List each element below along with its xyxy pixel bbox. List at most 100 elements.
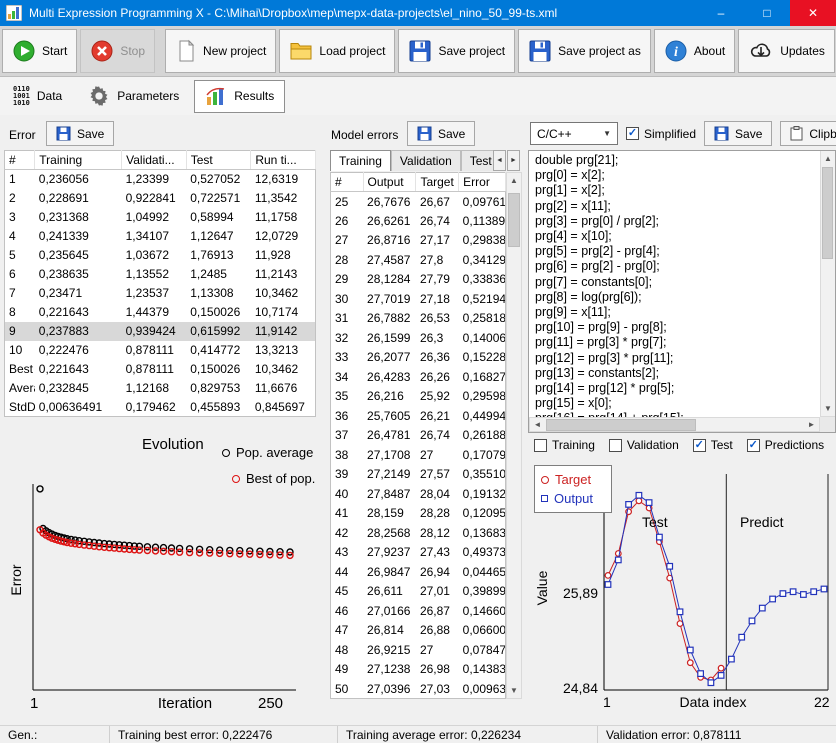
table-row[interactable]: 70,234711,235371,1330810,3462 xyxy=(5,284,316,303)
model-errors-save-button[interactable]: Save xyxy=(407,121,475,146)
table-row[interactable]: 3226,159926,30,140062 xyxy=(331,328,506,348)
checkbox-validation[interactable]: Validation xyxy=(609,438,679,452)
stop-button[interactable]: Stop xyxy=(80,29,155,73)
checkbox-training[interactable]: Training xyxy=(534,438,595,452)
column-header[interactable]: Target xyxy=(416,173,459,192)
table-row[interactable]: 30,2313681,049920,5899411,1758 xyxy=(5,208,316,227)
column-header[interactable]: Validati... xyxy=(122,151,187,170)
table-row[interactable]: StdDev0,006364910,1794620,4558930,845697 xyxy=(5,398,316,417)
y-tick: 24,84 xyxy=(554,680,598,696)
table-row[interactable]: 4927,123826,980,143835 xyxy=(331,660,506,680)
table-row[interactable]: 50,2356451,036721,7691311,928 xyxy=(5,246,316,265)
titlebar[interactable]: Multi Expression Programming X - C:\Miha… xyxy=(0,0,836,26)
table-row[interactable]: 20,2286910,9228410,72257111,3542 xyxy=(5,189,316,208)
table-row[interactable]: 3927,214927,570,355103 xyxy=(331,465,506,485)
table-header-row: #OutputTargetError xyxy=(331,173,506,192)
table-row[interactable]: 4228,256828,120,136832 xyxy=(331,523,506,543)
code-viewer[interactable]: double prg[21];prg[0] = x[2];prg[1] = x[… xyxy=(528,150,836,433)
table-row[interactable]: 3126,788226,530,258182 xyxy=(331,309,506,329)
table-row[interactable]: 5027,039627,030,009634 xyxy=(331,679,506,699)
scroll-left-icon[interactable]: ◄ xyxy=(530,418,545,431)
table-row[interactable]: 3526,21625,920,295984 xyxy=(331,387,506,407)
table-row[interactable]: 3827,1708270,170794 xyxy=(331,445,506,465)
language-select[interactable]: C/C++ ▼ xyxy=(530,122,618,145)
code-line: prg[13] = constants[2]; xyxy=(529,366,819,381)
table-row[interactable]: 90,2378830,9394240,61599211,9142 xyxy=(5,322,316,341)
column-header[interactable]: Test xyxy=(186,151,251,170)
table-row[interactable]: 80,2216431,443790,15002610,7174 xyxy=(5,303,316,322)
scroll-up-icon[interactable]: ▲ xyxy=(821,151,835,166)
table-row[interactable]: 2626,626126,740,113891 xyxy=(331,211,506,231)
clipboard-button[interactable]: Clipboard xyxy=(780,121,836,146)
table-row[interactable]: 3027,701927,180,521945 xyxy=(331,289,506,309)
about-button[interactable]: i About xyxy=(654,29,735,73)
column-header[interactable]: # xyxy=(5,151,35,170)
scroll-up-icon[interactable]: ▲ xyxy=(507,173,521,188)
table-row[interactable]: 2526,767626,670,097612 xyxy=(331,192,506,212)
table-row[interactable]: 4128,15928,280,120951 xyxy=(331,504,506,524)
table-row[interactable]: 100,2224760,8781110,41477213,3213 xyxy=(5,341,316,360)
model-errors-tab-training[interactable]: Training xyxy=(330,150,391,171)
scrollbar-thumb[interactable] xyxy=(546,419,696,431)
scroll-right-icon[interactable]: ► xyxy=(804,418,819,431)
scroll-down-icon[interactable]: ▼ xyxy=(821,401,835,416)
tab-scroll-right-icon[interactable]: ► xyxy=(507,150,520,171)
model-errors-tab-validation[interactable]: Validation xyxy=(391,150,461,171)
table-row[interactable]: 10,2360561,233990,52705212,6319 xyxy=(5,170,316,189)
column-header[interactable]: # xyxy=(331,173,364,192)
column-header[interactable]: Error xyxy=(459,173,506,192)
scroll-down-icon[interactable]: ▼ xyxy=(507,683,521,698)
tab-parameters[interactable]: Parameters xyxy=(77,80,190,113)
scrollbar-thumb[interactable] xyxy=(508,193,520,247)
folder-icon xyxy=(289,39,313,63)
table-row[interactable]: 3426,428326,260,168276 xyxy=(331,367,506,387)
load-project-button[interactable]: Load project xyxy=(279,29,395,73)
table-row[interactable]: 4726,81426,880,066008 xyxy=(331,621,506,641)
table-row[interactable]: 4826,9215270,078470 xyxy=(331,640,506,660)
tab-scroll-left-icon[interactable]: ◄ xyxy=(493,150,506,171)
tab-data[interactable]: 0110 1001 1010 Data xyxy=(2,80,73,113)
runs-error-table[interactable]: #TrainingValidati...TestRun ti... 10,236… xyxy=(4,150,316,417)
code-text: double prg[21];prg[0] = x[2];prg[1] = x[… xyxy=(529,153,819,417)
table-row[interactable]: 3625,760526,210,449948 xyxy=(331,406,506,426)
checkbox-test[interactable]: ✓Test xyxy=(693,438,733,452)
save-project-button[interactable]: Save project xyxy=(398,29,515,73)
table-row[interactable]: 2928,128427,790,338365 xyxy=(331,270,506,290)
table-row[interactable]: Best0,2216430,8781110,15002610,3462 xyxy=(5,360,316,379)
new-project-button[interactable]: New project xyxy=(165,29,276,73)
table-row[interactable]: 4027,848728,040,191323 xyxy=(331,484,506,504)
model-errors-scrollbar[interactable]: ▲ ▼ xyxy=(506,172,522,699)
column-header[interactable]: Output xyxy=(363,173,416,192)
save-project-as-button[interactable]: Save project as xyxy=(518,29,651,73)
code-vscrollbar[interactable]: ▲ ▼ xyxy=(820,151,835,417)
x-tick-max: 250 xyxy=(258,695,283,712)
updates-button[interactable]: Updates xyxy=(738,29,835,73)
code-save-button[interactable]: Save xyxy=(704,121,772,146)
save-icon xyxy=(408,39,432,63)
model-errors-table[interactable]: #OutputTargetError 2526,767626,670,09761… xyxy=(330,172,506,699)
table-row[interactable]: 40,2413391,341071,1264712,0729 xyxy=(5,227,316,246)
checkbox-predictions[interactable]: ✓Predictions xyxy=(747,438,824,452)
table-row[interactable]: 60,2386351,135521,248511,2143 xyxy=(5,265,316,284)
column-header[interactable]: Run ti... xyxy=(251,151,316,170)
table-row[interactable]: 4627,016626,870,146609 xyxy=(331,601,506,621)
table-row[interactable]: 2726,871627,170,298384 xyxy=(331,231,506,251)
table-row[interactable]: Average0,2328451,121680,82975311,6676 xyxy=(5,379,316,398)
table-row[interactable]: 2827,458727,80,341298 xyxy=(331,250,506,270)
table-row[interactable]: 4327,923727,430,493738 xyxy=(331,543,506,563)
code-hscrollbar[interactable]: ◄ ► xyxy=(529,417,820,432)
error-save-button[interactable]: Save xyxy=(46,121,114,146)
scrollbar-thumb[interactable] xyxy=(822,167,833,259)
simplified-checkbox[interactable]: ✓ Simplified xyxy=(626,127,696,141)
close-icon[interactable]: ✕ xyxy=(790,0,836,26)
column-header[interactable]: Training xyxy=(35,151,122,170)
table-row[interactable]: 4526,61127,010,398998 xyxy=(331,582,506,602)
table-row[interactable]: 4426,984726,940,044650 xyxy=(331,562,506,582)
minimize-icon[interactable]: – xyxy=(698,0,744,26)
start-button[interactable]: Start xyxy=(2,29,77,73)
maximize-icon[interactable]: □ xyxy=(744,0,790,26)
table-row[interactable]: 3326,207726,360,152287 xyxy=(331,348,506,368)
table-row[interactable]: 3726,478126,740,261882 xyxy=(331,426,506,446)
tab-results[interactable]: Results xyxy=(194,80,285,113)
code-line: double prg[21]; xyxy=(529,153,819,168)
